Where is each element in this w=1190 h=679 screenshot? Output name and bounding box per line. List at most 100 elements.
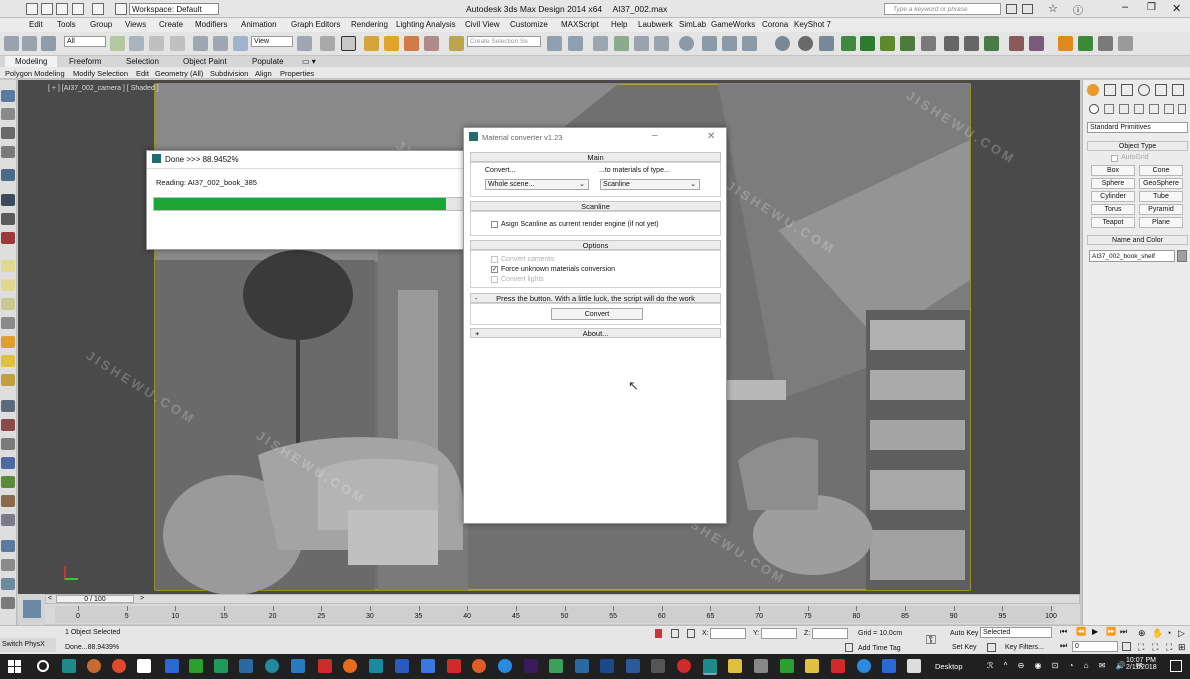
- app-icon-9[interactable]: [265, 659, 279, 673]
- sidebar-tool-12-icon[interactable]: [1, 317, 15, 329]
- switch-physx-button[interactable]: Switch PhysX: [0, 638, 56, 652]
- ref-coord-dropdown[interactable]: View: [251, 36, 293, 47]
- time-slider-next-icon[interactable]: >: [140, 595, 144, 602]
- sidebar-tool-19-icon[interactable]: [1, 457, 15, 469]
- workspace-dropdown[interactable]: Workspace: Default: [129, 3, 219, 15]
- open-file-icon[interactable]: [41, 3, 53, 15]
- converter-close-icon[interactable]: ✕: [707, 131, 715, 142]
- time-slider[interactable]: < 0 / 100 >: [45, 594, 1080, 604]
- app-icon-34[interactable]: [907, 659, 921, 673]
- selected-dropdown[interactable]: Selected: [980, 627, 1052, 638]
- menu-graph-editors[interactable]: Graph Editors: [291, 20, 340, 29]
- tree-tool-3-icon[interactable]: [880, 36, 895, 51]
- app-icon-10[interactable]: [291, 659, 305, 673]
- sphere-button[interactable]: Sphere: [1091, 178, 1135, 189]
- x-coord-field[interactable]: [710, 628, 746, 639]
- tab-object-paint[interactable]: Object Paint: [183, 57, 227, 66]
- viewport-label[interactable]: [ + ] [AI37_002_camera ] [ Shaded ]: [48, 85, 159, 92]
- app-icon-25[interactable]: [677, 659, 691, 673]
- hammer-icon[interactable]: [921, 36, 936, 51]
- menu-gameworks[interactable]: GameWorks: [711, 20, 755, 29]
- object-color-swatch[interactable]: [1177, 250, 1187, 262]
- tab-modeling[interactable]: Modeling: [15, 57, 47, 66]
- app-icon-15[interactable]: [421, 659, 435, 673]
- new-file-icon[interactable]: [26, 3, 38, 15]
- app-icon-20[interactable]: [549, 659, 563, 673]
- sidebar-tool-26-icon[interactable]: [1, 597, 15, 609]
- unlink-icon[interactable]: [22, 36, 37, 51]
- redo-icon[interactable]: [92, 3, 104, 15]
- modify-tab-icon[interactable]: [1104, 84, 1116, 96]
- percent-snap-icon[interactable]: [404, 36, 419, 51]
- app-icon-14[interactable]: [395, 659, 409, 673]
- maximize-viewport-icon[interactable]: ⛶: [1166, 642, 1172, 653]
- set-key-button[interactable]: Set Key: [952, 644, 977, 651]
- menu-corona[interactable]: Corona: [762, 20, 788, 29]
- geometry-category-icon[interactable]: [1089, 104, 1099, 114]
- sidebar-tool-1-icon[interactable]: [1, 90, 15, 102]
- key-mode-toggle-icon[interactable]: ⏭: [1060, 641, 1067, 651]
- app-icon-26[interactable]: [703, 659, 717, 675]
- rect-selection-icon[interactable]: [149, 36, 164, 51]
- zoom-icon[interactable]: ⊕: [1138, 628, 1146, 639]
- tree-tool-4-icon[interactable]: [900, 36, 915, 51]
- app-icon-18[interactable]: [498, 659, 512, 673]
- menu-maxscript[interactable]: MAXScript: [561, 20, 599, 29]
- shapes-category-icon[interactable]: [1104, 104, 1114, 114]
- sidebar-tool-25-icon[interactable]: [1, 578, 15, 590]
- app-icon-5[interactable]: [165, 659, 179, 673]
- object-type-header[interactable]: Object Type: [1087, 141, 1188, 151]
- menu-tools[interactable]: Tools: [57, 20, 76, 29]
- bind-space-warp-icon[interactable]: [41, 36, 56, 51]
- rollout-scanline-header[interactable]: Scanline: [470, 201, 721, 211]
- orange-tool-icon[interactable]: [1058, 36, 1073, 51]
- snap-toggle-icon[interactable]: [364, 36, 379, 51]
- curve-editor-icon[interactable]: [634, 36, 649, 51]
- primitives-dropdown[interactable]: Standard Primitives: [1087, 122, 1188, 133]
- close-window-icon[interactable]: ✕: [1172, 2, 1181, 15]
- layer-manager-icon[interactable]: [593, 36, 608, 51]
- sidebar-tool-18-icon[interactable]: [1, 438, 15, 450]
- sidebar-tool-8-icon[interactable]: [1, 232, 15, 244]
- auto-key-button[interactable]: Auto Key: [950, 630, 978, 637]
- align-icon[interactable]: [568, 36, 583, 51]
- graphite-toggle-icon[interactable]: [614, 36, 629, 51]
- pyramid-button[interactable]: Pyramid: [1139, 204, 1183, 215]
- key-filters-button[interactable]: Key Filters...: [1005, 644, 1044, 651]
- menu-lighting-analysis[interactable]: Lighting Analysis: [396, 20, 456, 29]
- add-time-tag[interactable]: Add Time Tag: [858, 645, 901, 652]
- binoculars-icon[interactable]: [1006, 4, 1017, 14]
- cone-button[interactable]: Cone: [1139, 165, 1183, 176]
- menu-simlab[interactable]: SimLab: [679, 20, 706, 29]
- hierarchy-tab-icon[interactable]: [1121, 84, 1133, 96]
- sidebar-tool-17-icon[interactable]: [1, 419, 15, 431]
- tab-freeform[interactable]: Freeform: [69, 57, 101, 66]
- sidebar-tool-14-icon[interactable]: [1, 355, 15, 367]
- render-production-icon[interactable]: [742, 36, 757, 51]
- cameras-category-icon[interactable]: [1134, 104, 1144, 114]
- app-icon-4[interactable]: [137, 659, 151, 673]
- acrobat-icon[interactable]: [831, 659, 845, 673]
- absolute-mode-icon[interactable]: [687, 629, 695, 638]
- isolate-selection-icon[interactable]: [655, 629, 662, 638]
- object-name-field[interactable]: AI37_002_book_shelf: [1089, 250, 1175, 262]
- render-setup-icon[interactable]: [702, 36, 717, 51]
- sidebar-tool-22-icon[interactable]: [1, 514, 15, 526]
- set-key-icon[interactable]: ⚿: [926, 632, 936, 648]
- ribbon-options-icon[interactable]: ▭ ▾: [302, 57, 316, 66]
- windows-start-icon[interactable]: [8, 660, 21, 673]
- menu-views[interactable]: Views: [125, 20, 146, 29]
- time-tag-icon[interactable]: [845, 643, 853, 652]
- field-of-view-icon[interactable]: ▷: [1178, 628, 1185, 639]
- film-tool-icon[interactable]: [944, 36, 959, 51]
- walk-through-icon[interactable]: ⛶: [1152, 642, 1158, 653]
- rollout-about-header[interactable]: + About...: [470, 328, 721, 338]
- region-zoom-icon[interactable]: ⊞: [1178, 642, 1186, 653]
- minimize-window-icon[interactable]: –: [1122, 1, 1128, 13]
- pan-view-icon[interactable]: ✋: [1152, 628, 1163, 639]
- motion-tab-icon[interactable]: [1138, 84, 1150, 96]
- display-tab-icon[interactable]: [1155, 84, 1167, 96]
- panel-polygon-modeling[interactable]: Polygon Modeling: [5, 69, 65, 78]
- sidebar-tool-20-icon[interactable]: [1, 476, 15, 488]
- menu-modifiers[interactable]: Modifiers: [195, 20, 227, 29]
